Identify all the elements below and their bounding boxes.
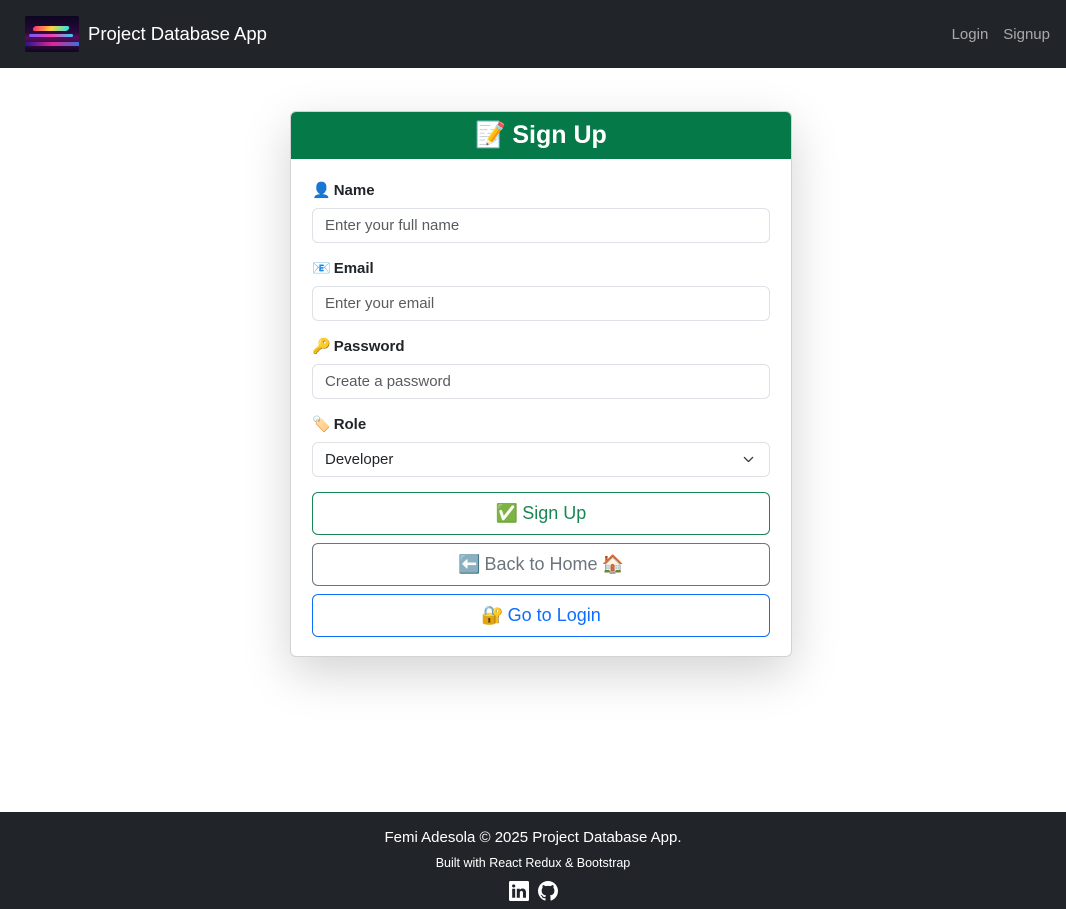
linkedin-icon[interactable] <box>508 881 529 901</box>
password-label-row: 🔑 Password <box>312 336 770 356</box>
lock-key-icon: 🔐 <box>481 605 504 625</box>
name-label-row: 👤 Name <box>312 180 770 200</box>
email-label: Email <box>333 259 374 277</box>
email-label-row: 📧 Email <box>312 258 770 278</box>
role-label-row: 🏷️ Role <box>312 414 770 434</box>
house-icon: 🏠 <box>601 554 624 574</box>
brand-title: Project Database App <box>88 23 267 44</box>
tag-icon: 🏷️ <box>312 416 331 433</box>
role-field-group: 🏷️ Role Developer <box>312 414 770 477</box>
footer-built-with: Built with React Redux & Bootstrap <box>435 856 631 870</box>
signup-button-label: Sign Up <box>522 503 587 523</box>
memo-icon: 📝 <box>475 121 507 149</box>
key-icon: 🔑 <box>312 338 331 355</box>
name-field-group: 👤 Name <box>312 180 770 243</box>
nav-links: Login Signup <box>952 26 1050 43</box>
go-login-button[interactable]: 🔐 Go to Login <box>312 594 770 637</box>
email-input[interactable] <box>312 286 770 321</box>
nav-link-signup[interactable]: Signup <box>1003 26 1050 43</box>
brand-link[interactable]: Project Database App <box>25 16 267 52</box>
envelope-icon: 📧 <box>312 260 331 277</box>
brand-logo <box>25 16 79 52</box>
back-home-button[interactable]: ⬅️ Back to Home 🏠 <box>312 543 770 586</box>
name-label: Name <box>333 181 375 199</box>
password-label: Password <box>333 337 405 355</box>
card-title: Sign Up <box>512 121 607 149</box>
left-arrow-icon: ⬅️ <box>458 554 481 574</box>
footer-copyright: Femi Adesola © 2025 Project Database App… <box>384 829 682 846</box>
role-label: Role <box>333 415 367 433</box>
nav-link-login[interactable]: Login <box>952 26 989 43</box>
github-icon[interactable] <box>537 881 558 901</box>
back-home-button-label: Back to Home <box>484 554 598 574</box>
password-field-group: 🔑 Password <box>312 336 770 399</box>
signup-card: 📝 Sign Up 👤 Name 📧 Email 🔑 Password <box>290 111 792 657</box>
role-select-value: Developer <box>312 442 770 477</box>
footer-social-links <box>0 881 1066 901</box>
signup-button[interactable]: ✅ Sign Up <box>312 492 770 535</box>
email-field-group: 📧 Email <box>312 258 770 321</box>
footer: Femi Adesola © 2025 Project Database App… <box>0 812 1066 909</box>
card-header: 📝 Sign Up <box>291 112 791 159</box>
go-login-button-label: Go to Login <box>507 605 601 625</box>
signup-form: 👤 Name 📧 Email 🔑 Password 🏷️ Role <box>291 159 791 637</box>
chevron-down-icon <box>743 456 754 463</box>
role-select[interactable]: Developer <box>312 442 770 477</box>
password-input[interactable] <box>312 364 770 399</box>
navbar: Project Database App Login Signup <box>0 0 1066 68</box>
user-icon: 👤 <box>312 182 331 199</box>
name-input[interactable] <box>312 208 770 243</box>
check-mark-icon: ✅ <box>495 503 519 523</box>
